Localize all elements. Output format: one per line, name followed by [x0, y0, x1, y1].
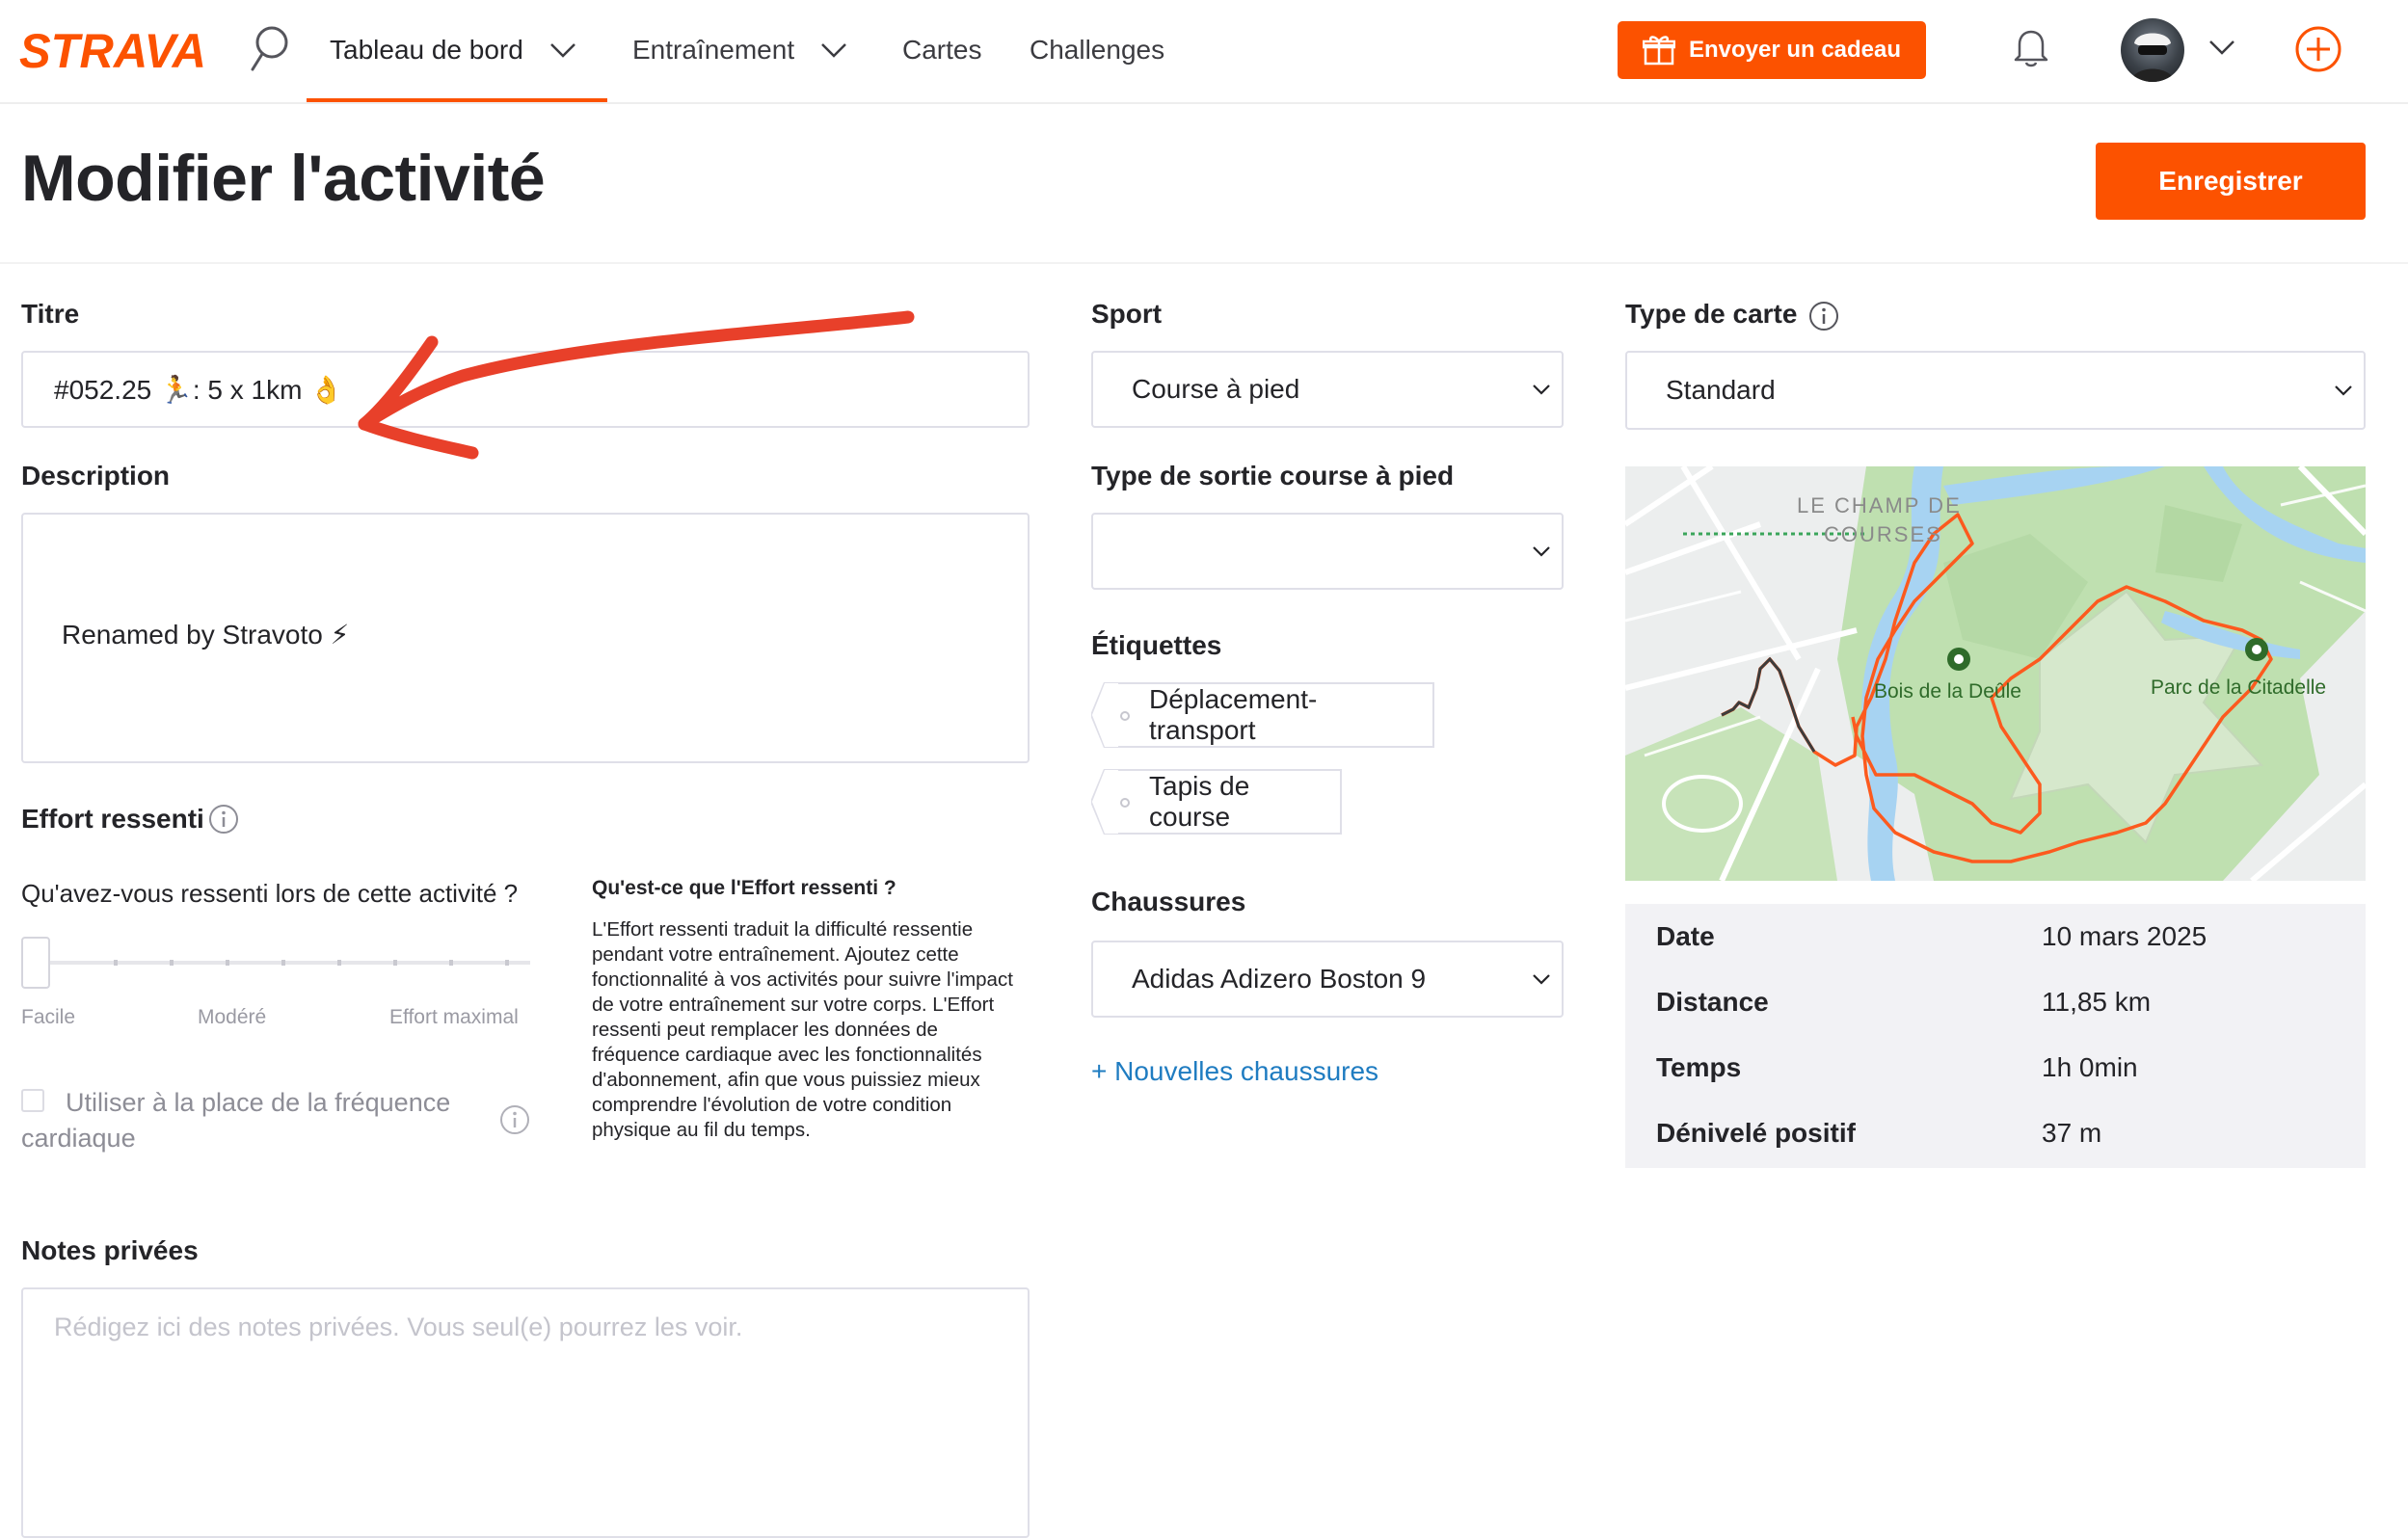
scale-label-easy: Facile [21, 1006, 76, 1028]
slider-tick [281, 960, 285, 966]
nav-tableau-de-bord-label: Tableau de bord [330, 35, 523, 65]
tag-commute-label: Déplacement-transport [1149, 684, 1318, 745]
effort-slider-thumb[interactable] [21, 937, 50, 989]
title-input[interactable]: #052.25 🏃: 5 x 1km 👌 [21, 351, 1030, 428]
sport-label: Sport [1091, 299, 1163, 329]
rpe-info-text: L'Effort ressenti traduit la difficulté … [592, 918, 1013, 1141]
active-nav-indicator [307, 98, 607, 102]
scale-label-max: Effort maximal [389, 1006, 519, 1028]
shoes-select[interactable]: Adidas Adizero Boston 9 [1091, 941, 1564, 1018]
slider-tick [505, 960, 509, 966]
strava-logo[interactable]: STRAVA [19, 23, 208, 78]
search-icon[interactable] [249, 25, 291, 73]
save-button[interactable]: Enregistrer [2096, 143, 2366, 220]
map-marker-icon [1947, 648, 1970, 671]
svg-text:STRAVA: STRAVA [19, 24, 206, 77]
activity-map[interactable]: LE CHAMP DE COURSES Bois de la Deûle Parc… [1625, 466, 2366, 881]
tag-shape [1091, 769, 1118, 835]
stat-date-value: 10 mars 2025 [2042, 921, 2207, 951]
map-label-parc-de-la-citadelle: Parc de la Citadelle [2151, 676, 2326, 699]
top-navigation: STRAVA Tableau de bord Entraînement Cart… [0, 0, 2408, 104]
scale-label-moderate: Modéré [198, 1006, 267, 1028]
activity-stats: Date 10 mars 2025 Distance 11,85 km Temp… [1625, 904, 2366, 1168]
nav-challenges[interactable]: Challenges [1030, 31, 1164, 69]
slider-tick [393, 960, 397, 966]
chevron-down-icon [1533, 546, 1550, 557]
tag-commute[interactable]: Déplacement-transport [1091, 682, 1434, 748]
effort-question: Qu'avez-vous ressenti lors de cette acti… [21, 879, 519, 908]
chevron-down-icon[interactable] [2207, 37, 2236, 58]
send-gift-label: Envoyer un cadeau [1688, 37, 1902, 63]
add-shoes-link[interactable]: + Nouvelles chaussures [1091, 1056, 1378, 1087]
slider-tick [170, 960, 174, 966]
user-avatar[interactable] [2121, 18, 2184, 82]
sport-select[interactable]: Course à pied [1091, 351, 1564, 428]
heart-rate-checkbox[interactable] [21, 1089, 44, 1112]
stat-distance-value: 11,85 km [2042, 987, 2152, 1017]
tag-hole-icon [1120, 798, 1130, 808]
description-text: Renamed by Stravoto ⚡ [62, 620, 350, 650]
map-marker-icon [2245, 638, 2268, 661]
chevron-down-icon [549, 43, 575, 58]
description-label: Description [21, 461, 171, 491]
nav-challenges-label: Challenges [1030, 35, 1165, 65]
header-divider [0, 262, 2408, 264]
stat-elevation-label: Dénivelé positif [1656, 1118, 1856, 1148]
send-gift-button[interactable]: Envoyer un cadeau [1618, 21, 1926, 79]
run-type-label: Type de sortie course à pied [1091, 461, 1455, 491]
heart-rate-checkbox-label: Utiliser à la place de la fréquence card… [21, 1088, 451, 1153]
nav-cartes-label: Cartes [902, 35, 982, 65]
tag-treadmill[interactable]: Tapis de course [1091, 769, 1342, 835]
map-type-select[interactable]: Standard [1625, 351, 2366, 430]
nav-cartes[interactable]: Cartes [902, 31, 981, 69]
slider-tick [449, 960, 453, 966]
stat-time-label: Temps [1656, 1052, 1742, 1082]
notifications-bell-icon[interactable] [2011, 25, 2051, 69]
map-type-select-value: Standard [1666, 375, 1776, 405]
nav-entrainement[interactable]: Entraînement [632, 31, 848, 69]
slider-tick [226, 960, 229, 966]
info-icon[interactable] [499, 1104, 530, 1135]
slider-tick [337, 960, 341, 966]
info-icon[interactable] [208, 804, 239, 835]
tag-shape [1091, 682, 1118, 748]
nav-entrainement-label: Entraînement [632, 35, 795, 65]
rpe-info-heading: Qu'est-ce que l'Effort ressenti ? [592, 877, 896, 899]
stat-elevation-value: 37 m [2042, 1118, 2102, 1148]
shoes-label: Chaussures [1091, 887, 1246, 916]
title-label: Titre [21, 299, 80, 329]
private-notes-textarea[interactable]: Rédigez ici des notes privées. Vous seul… [21, 1287, 1030, 1538]
shoes-select-value: Adidas Adizero Boston 9 [1132, 964, 1427, 994]
page-title: Modifier l'activité [21, 142, 546, 215]
effort-label: Effort ressenti [21, 804, 204, 834]
tag-hole-icon [1120, 711, 1130, 721]
chevron-down-icon [821, 43, 846, 58]
run-type-select[interactable] [1091, 513, 1564, 590]
title-input-value: #052.25 🏃: 5 x 1km 👌 [54, 374, 344, 405]
slider-tick [114, 960, 118, 966]
sport-select-value: Course à pied [1132, 374, 1300, 404]
stat-time-value: 1h 0min [2042, 1052, 2138, 1082]
map-type-label: Type de carte [1625, 299, 1798, 329]
route-map: LE CHAMP DE COURSES Bois de la Deûle Parc… [1625, 466, 2366, 881]
chevron-down-icon [1533, 384, 1550, 395]
stat-distance-label: Distance [1656, 987, 1769, 1017]
gift-icon [1642, 36, 1675, 66]
map-label-bois-de-la-deule: Bois de la Deûle [1874, 680, 2021, 703]
description-textarea[interactable]: Renamed by Stravoto ⚡ [21, 513, 1030, 763]
add-activity-plus-icon[interactable] [2294, 25, 2342, 73]
tag-treadmill-label: Tapis de course [1149, 771, 1250, 832]
nav-tableau-de-bord[interactable]: Tableau de bord [330, 31, 577, 69]
info-icon[interactable] [1808, 301, 1839, 331]
chevron-down-icon [2335, 385, 2352, 396]
private-notes-label: Notes privées [21, 1235, 199, 1265]
stat-date-label: Date [1656, 921, 1715, 951]
chevron-down-icon [1533, 974, 1550, 985]
private-notes-placeholder: Rédigez ici des notes privées. Vous seul… [54, 1313, 743, 1341]
tags-label: Étiquettes [1091, 630, 1222, 660]
effort-slider-track[interactable] [33, 960, 530, 966]
